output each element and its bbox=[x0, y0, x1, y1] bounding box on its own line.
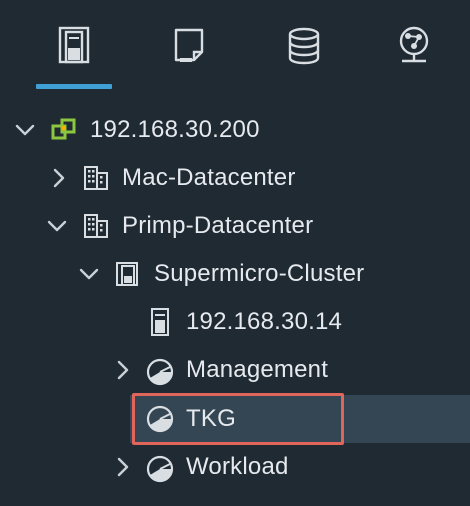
tree-node-tkg[interactable]: TKG bbox=[0, 395, 470, 443]
tree-node-label: 192.168.30.14 bbox=[186, 308, 343, 335]
tree-node-label: 192.168.30.200 bbox=[90, 116, 260, 143]
tree-node-management[interactable]: Management bbox=[0, 346, 470, 394]
datacenter-icon bbox=[82, 164, 110, 192]
vms-templates-icon bbox=[170, 26, 210, 66]
database-icon bbox=[284, 26, 324, 66]
tree-node-label: Supermicro-Cluster bbox=[154, 260, 365, 287]
resource-pool-icon bbox=[146, 405, 174, 433]
chevron-down-icon[interactable] bbox=[46, 215, 68, 237]
tree-node-label: TKG bbox=[186, 405, 236, 432]
chevron-down-icon[interactable] bbox=[78, 263, 100, 285]
tree-node-label: Mac-Datacenter bbox=[122, 164, 296, 191]
network-globe-icon bbox=[392, 24, 436, 68]
resource-pool-icon bbox=[146, 455, 174, 483]
tree-node-vcenter[interactable]: 192.168.30.200 bbox=[0, 106, 470, 154]
chevron-right-icon[interactable] bbox=[112, 359, 134, 381]
tree-node-label: Primp-Datacenter bbox=[122, 212, 314, 239]
tree-node-supermicro-cluster[interactable]: Supermicro-Cluster bbox=[0, 250, 470, 298]
chevron-down-icon[interactable] bbox=[14, 119, 36, 141]
tab-vms-templates[interactable] bbox=[152, 0, 228, 92]
navigator-tabs bbox=[0, 0, 470, 92]
host-icon bbox=[146, 308, 174, 336]
tab-hosts-clusters[interactable] bbox=[36, 0, 112, 92]
tree-node-mac-datacenter[interactable]: Mac-Datacenter bbox=[0, 154, 470, 202]
active-tab-indicator bbox=[36, 84, 112, 89]
tree-node-label: Workload bbox=[186, 453, 289, 480]
cluster-icon bbox=[114, 260, 142, 288]
tab-networking[interactable] bbox=[376, 0, 452, 92]
tree-node-host[interactable]: 192.168.30.14 bbox=[0, 298, 470, 346]
tree-node-label: Management bbox=[186, 356, 329, 383]
datacenter-icon bbox=[82, 212, 110, 240]
chevron-right-icon[interactable] bbox=[112, 456, 134, 478]
tree-node-workload[interactable]: Workload bbox=[0, 443, 470, 491]
tab-storage[interactable] bbox=[266, 0, 342, 92]
resource-pool-icon bbox=[146, 358, 174, 386]
chevron-right-icon[interactable] bbox=[48, 167, 70, 189]
vcenter-icon bbox=[50, 116, 78, 144]
tree-node-primp-datacenter[interactable]: Primp-Datacenter bbox=[0, 202, 470, 250]
hosts-clusters-icon bbox=[52, 24, 96, 68]
